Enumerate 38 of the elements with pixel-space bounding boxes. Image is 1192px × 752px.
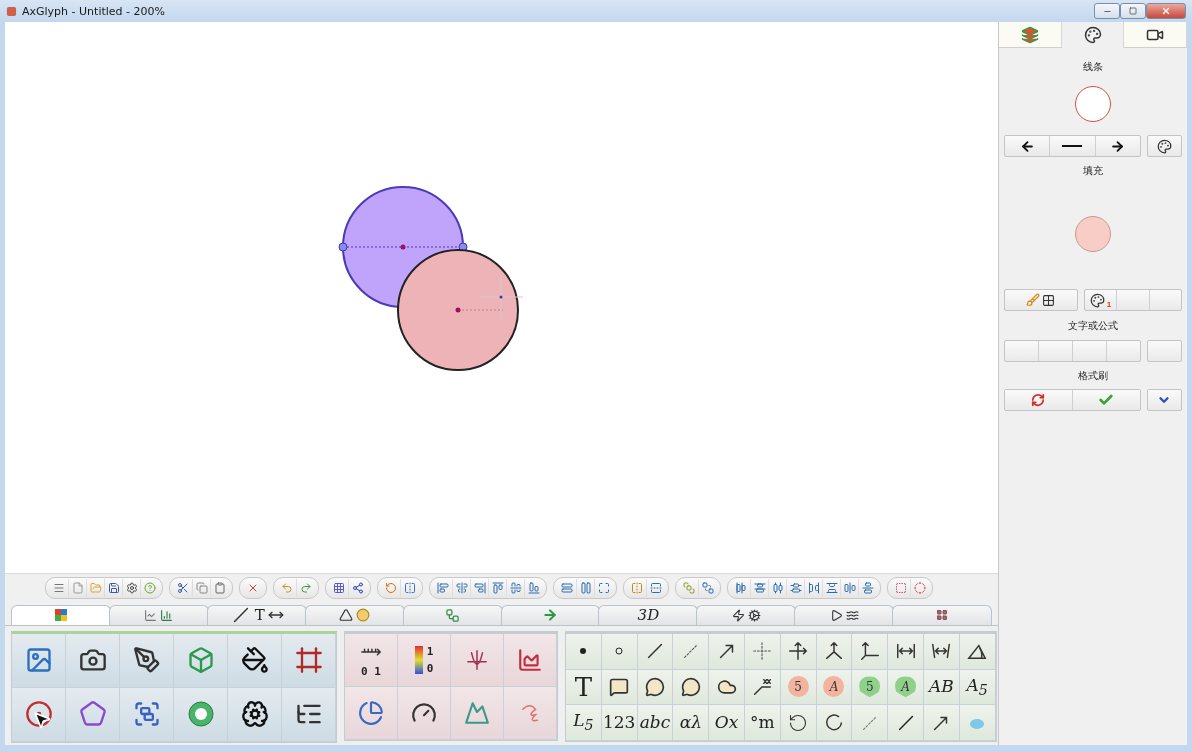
round-marker: A: [823, 676, 845, 698]
symbol-tile[interactable]: A: [888, 669, 924, 706]
color-bar-label: 1: [426, 644, 434, 658]
symbol-text: L$_{5}$: [573, 712, 594, 733]
format-painter-label: 格式刷: [1078, 369, 1108, 383]
tool-tile[interactable]: 0 1: [345, 633, 398, 687]
ribbon-tab[interactable]: 3D: [598, 604, 699, 625]
stroke-label: 线条: [1083, 60, 1103, 74]
tool-tile[interactable]: 1 0: [398, 633, 451, 687]
symbol-tile[interactable]: abc: [637, 705, 674, 742]
symbol-text: abc: [639, 714, 671, 732]
symbol-text: AB: [928, 678, 954, 696]
symbol-tile[interactable]: αλ: [673, 705, 710, 742]
symbol-tile[interactable]: L$_{5}$: [566, 705, 602, 742]
round-marker: 5: [787, 676, 809, 698]
fill-label: 填充: [1083, 164, 1103, 178]
palette-count-label: 1: [1106, 300, 1112, 309]
color-bar-label: 0: [426, 661, 434, 675]
symbol-tile[interactable]: 123: [601, 705, 638, 742]
ribbon-tab[interactable]: T: [206, 604, 307, 625]
symbol-text: 123: [602, 714, 636, 732]
symbol-text: T: [574, 673, 593, 700]
symbol-text: Ox: [714, 714, 739, 732]
symbol-tile[interactable]: °m: [745, 705, 781, 742]
fill-color-button[interactable]: 1: [1084, 290, 1117, 310]
symbol-text: αλ: [679, 714, 702, 732]
tab-label: 3D: [637, 607, 660, 623]
symbol-text: A$_{5}$: [966, 676, 988, 698]
symbol-tile[interactable]: 5: [852, 669, 889, 706]
window-title: AxGlyph - Untitled - 200%: [22, 4, 166, 18]
tab-label: T: [254, 607, 265, 623]
symbol-text: °m: [750, 714, 775, 732]
pin-marker: A: [895, 676, 917, 698]
pin-marker: 5: [859, 676, 881, 698]
text-label: 文字或公式: [1068, 319, 1118, 333]
number-line-label: 0 1: [361, 665, 381, 679]
symbol-tile[interactable]: T: [566, 669, 602, 706]
symbol-tile[interactable]: Ox: [709, 705, 745, 742]
